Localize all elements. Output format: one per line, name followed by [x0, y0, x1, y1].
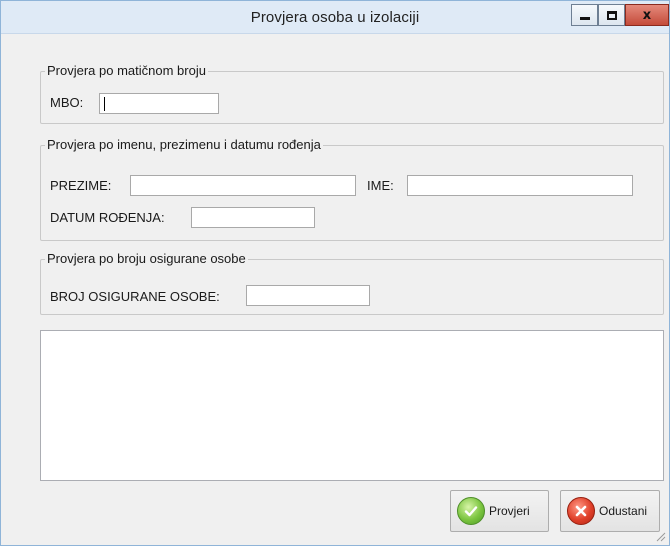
title-bar[interactable]: Provjera osoba u izolaciji x — [1, 1, 669, 34]
mbo-label: MBO: — [50, 95, 84, 110]
surname-label: PREZIME: — [50, 178, 112, 193]
check-circle-icon — [457, 497, 485, 525]
resize-grip-icon[interactable] — [654, 530, 666, 542]
group-mbo: Provjera po matičnom broju MBO: — [40, 63, 664, 124]
group-name: Provjera po imenu, prezimenu i datumu ro… — [40, 137, 664, 241]
group-name-legend: Provjera po imenu, prezimenu i datumu ro… — [45, 137, 323, 152]
group-mbo-legend: Provjera po matičnom broju — [45, 63, 208, 78]
surname-input[interactable] — [130, 175, 356, 196]
mbo-input[interactable] — [99, 93, 219, 114]
minimize-button[interactable] — [571, 4, 598, 26]
group-insured-legend: Provjera po broju osigurane osobe — [45, 251, 248, 266]
dialog-window: Provjera osoba u izolaciji x Provjera po… — [0, 0, 670, 546]
dob-label: DATUM ROĐENJA: — [50, 210, 165, 225]
results-textbox[interactable] — [40, 330, 664, 481]
maximize-icon — [606, 10, 617, 20]
check-button-label: Provjeri — [489, 504, 530, 518]
cancel-button[interactable]: Odustani — [560, 490, 660, 532]
window-title: Provjera osoba u izolaciji — [250, 9, 420, 26]
name-input[interactable] — [407, 175, 633, 196]
maximize-button[interactable] — [598, 4, 625, 26]
cancel-circle-icon — [567, 497, 595, 525]
name-label: IME: — [367, 178, 394, 193]
minimize-icon — [579, 16, 590, 20]
text-caret — [104, 97, 105, 111]
group-insured: Provjera po broju osigurane osobe BROJ O… — [40, 251, 664, 315]
check-button[interactable]: Provjeri — [450, 490, 549, 532]
insured-number-input[interactable] — [246, 285, 370, 306]
close-icon: x — [642, 7, 652, 23]
insured-number-label: BROJ OSIGURANE OSOBE: — [50, 289, 220, 304]
dob-input[interactable] — [191, 207, 315, 228]
cancel-button-label: Odustani — [599, 504, 648, 518]
close-button[interactable]: x — [625, 4, 669, 26]
